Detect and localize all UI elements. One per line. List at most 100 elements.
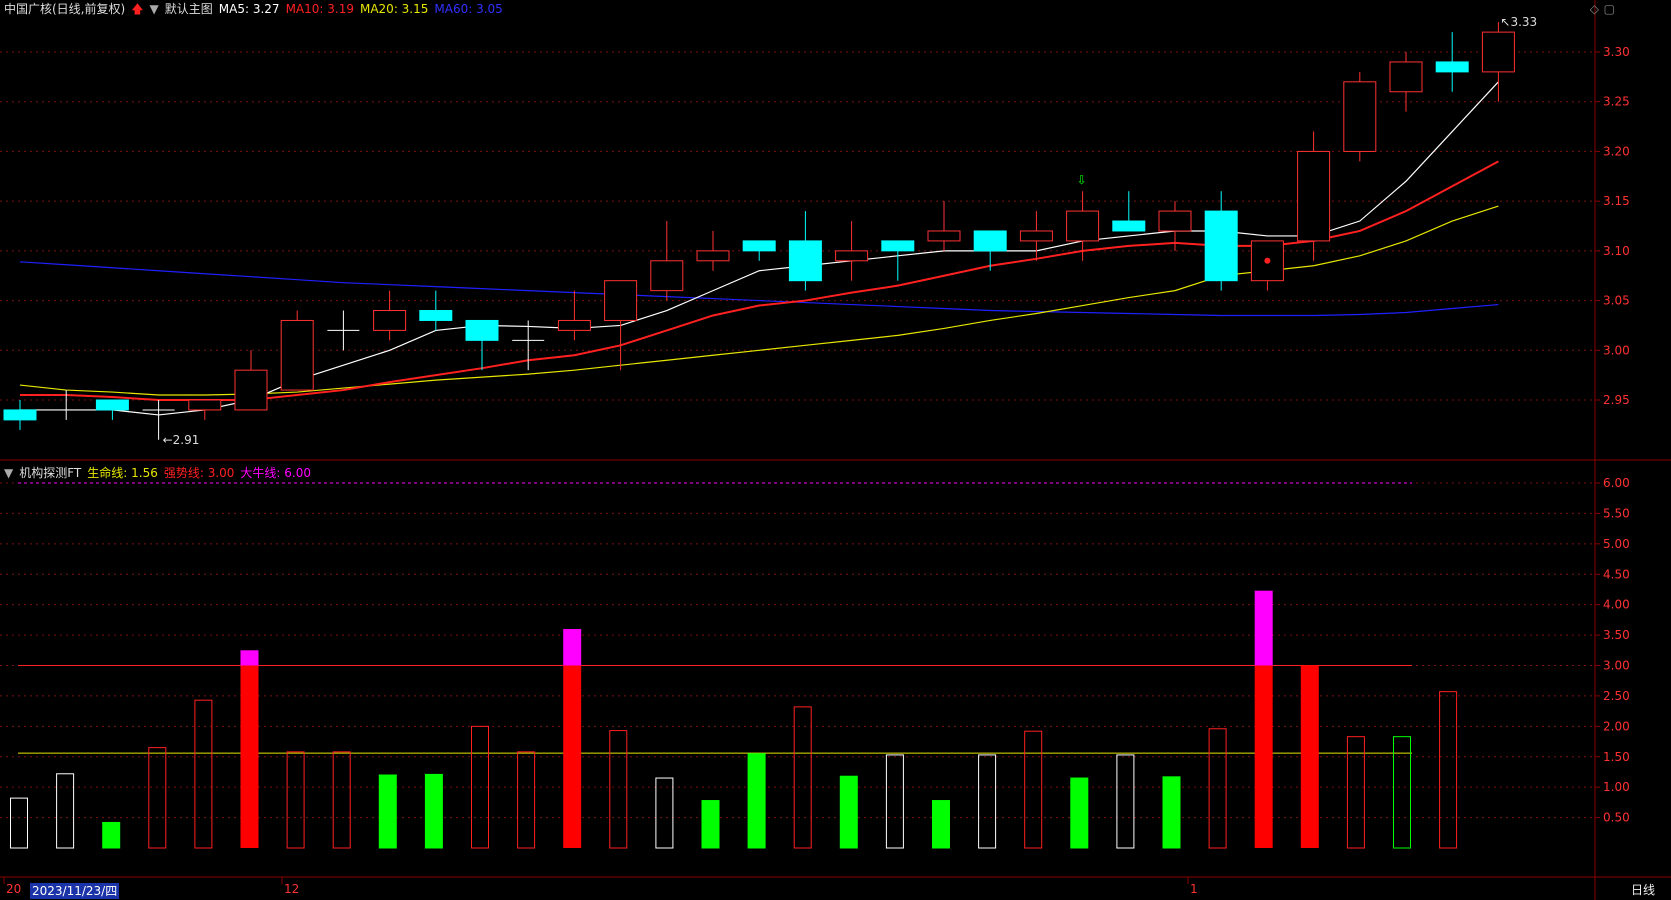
high-price-label: ↖3.33 xyxy=(1500,15,1537,29)
candle-body xyxy=(1204,210,1238,282)
candle-body xyxy=(557,319,591,331)
month-label: 12 xyxy=(284,882,299,896)
ma5-label: MA5: 3.27 xyxy=(218,2,280,16)
candle-body xyxy=(973,230,1007,252)
candle-body xyxy=(1019,230,1053,242)
candle-body xyxy=(1158,210,1192,232)
indicator-bar xyxy=(102,821,121,849)
indicator-bar xyxy=(148,747,167,849)
candle-body xyxy=(1297,150,1331,242)
candle-body xyxy=(1435,61,1469,73)
candle-body xyxy=(3,409,37,421)
indicator-bar xyxy=(194,699,213,849)
candle-body xyxy=(788,240,822,282)
price-tick-label: 3.25 xyxy=(1603,95,1630,109)
main-chart-header: 中国广核(日线,前复权) 🡅 ▼ 默认主图 MA5: 3.27 MA10: 3.19 MA2… xyxy=(4,1,509,17)
life-line-label: 生命线: 1.56 xyxy=(87,466,158,480)
indicator-bar xyxy=(424,773,443,849)
indicator-tick-label: 5.50 xyxy=(1603,506,1630,520)
indicator-bar xyxy=(885,754,904,849)
candle-body xyxy=(234,369,268,411)
candle-body xyxy=(650,260,684,292)
candle-body xyxy=(927,230,961,242)
cursor-date: 2023/11/23/四 xyxy=(30,883,120,899)
low-price-label: ←2.91 xyxy=(163,433,200,447)
indicator-bar xyxy=(1116,754,1135,849)
indicator-tick-label: 2.00 xyxy=(1603,719,1630,733)
indicator-bar xyxy=(517,751,536,849)
indicator-bar xyxy=(240,665,259,848)
stock-chart[interactable]: 3.30 3.25 3.20 3.15 3.10 3.05 3.00 2.95 ←2.91 ↖3.… xyxy=(0,0,1671,900)
indicator-bar xyxy=(1208,728,1227,849)
candle-body xyxy=(280,319,314,391)
month-label: 20 xyxy=(6,882,21,896)
candle-body xyxy=(696,250,730,262)
indicator-bar xyxy=(655,777,674,849)
indicator-bar xyxy=(286,751,305,849)
price-tick-label: 3.00 xyxy=(1603,343,1630,357)
panel-toggle-icon[interactable]: ▢ xyxy=(1604,2,1615,16)
candle-body xyxy=(742,240,776,252)
candle-body xyxy=(1481,31,1515,73)
indicator-dropdown-icon[interactable]: ▼ xyxy=(4,466,13,480)
indicator-bar xyxy=(1024,730,1043,849)
indicator-tick-label: 3.50 xyxy=(1603,628,1630,642)
indicator-bar xyxy=(932,800,950,849)
indicator-name[interactable]: 机构探测FT xyxy=(19,466,81,480)
buy-signal-icon: ⇩ xyxy=(1077,173,1087,187)
price-tick-label: 2.95 xyxy=(1603,393,1630,407)
candle-body xyxy=(419,310,453,321)
signal-dot xyxy=(1264,257,1271,264)
indicator-bar xyxy=(978,754,997,849)
indicator-header: ▼ 机构探测FT 生命线: 1.56 强势线: 3.00 大牛线: 6.00 xyxy=(4,465,317,481)
indicator-bar xyxy=(378,774,397,849)
bull-line-label: 大牛线: 6.00 xyxy=(240,466,311,480)
indicator-tick-label: 1.50 xyxy=(1603,750,1630,764)
candle-body xyxy=(881,240,915,252)
price-tick-label: 3.20 xyxy=(1603,144,1630,158)
strong-line-label: 强势线: 3.00 xyxy=(163,466,235,480)
price-tick-label: 3.15 xyxy=(1603,194,1630,208)
main-chart-dropdown-icon[interactable]: ▼ xyxy=(150,2,159,16)
indicator-tick-label: 3.00 xyxy=(1603,659,1630,673)
price-tick-label: 3.10 xyxy=(1603,244,1630,258)
stock-title[interactable]: 中国广核(日线,前复权) xyxy=(4,2,125,16)
candle-body xyxy=(835,250,869,262)
main-chart-label[interactable]: 默认主图 xyxy=(165,2,213,16)
indicator-bar xyxy=(701,800,720,849)
period-tab-daily[interactable]: 日线 xyxy=(1615,880,1671,900)
up-arrow-icon: 🡅 xyxy=(131,2,144,16)
indicator-bar xyxy=(332,751,351,849)
candle-body xyxy=(373,310,407,331)
indicator-bar-excess xyxy=(240,650,259,666)
candle-body xyxy=(1112,220,1146,232)
indicator-bar xyxy=(609,730,628,849)
indicator-bar xyxy=(1162,776,1181,849)
indicator-bar xyxy=(1439,691,1458,849)
indicator-bar xyxy=(839,775,858,849)
indicator-bar xyxy=(747,753,766,849)
indicator-bar xyxy=(56,773,75,849)
ma10-label: MA10: 3.19 xyxy=(285,2,354,16)
indicator-bar xyxy=(793,706,812,849)
indicator-tick-label: 4.00 xyxy=(1603,598,1630,612)
ma20-label: MA20: 3.15 xyxy=(359,2,429,16)
indicator-bar xyxy=(563,665,582,848)
indicator-tick-label: 5.00 xyxy=(1603,537,1630,551)
diamond-icon[interactable]: ◇ xyxy=(1590,2,1599,16)
month-label: 1 xyxy=(1190,882,1198,896)
indicator-tick-label: 2.50 xyxy=(1603,689,1630,703)
ma60-label: MA60: 3.05 xyxy=(434,2,503,16)
candle-body xyxy=(604,280,638,321)
indicator-bar-excess xyxy=(563,629,582,666)
candle-body xyxy=(1066,210,1100,242)
candle-body xyxy=(95,399,129,411)
price-tick-label: 3.05 xyxy=(1603,294,1630,308)
candle-body xyxy=(1389,61,1423,93)
indicator-bar xyxy=(10,797,28,849)
price-tick-label: 3.30 xyxy=(1603,45,1630,59)
indicator-bar xyxy=(1300,665,1319,848)
candle-body xyxy=(188,399,222,411)
candle-body xyxy=(465,319,499,341)
indicator-tick-label: 4.50 xyxy=(1603,567,1630,581)
